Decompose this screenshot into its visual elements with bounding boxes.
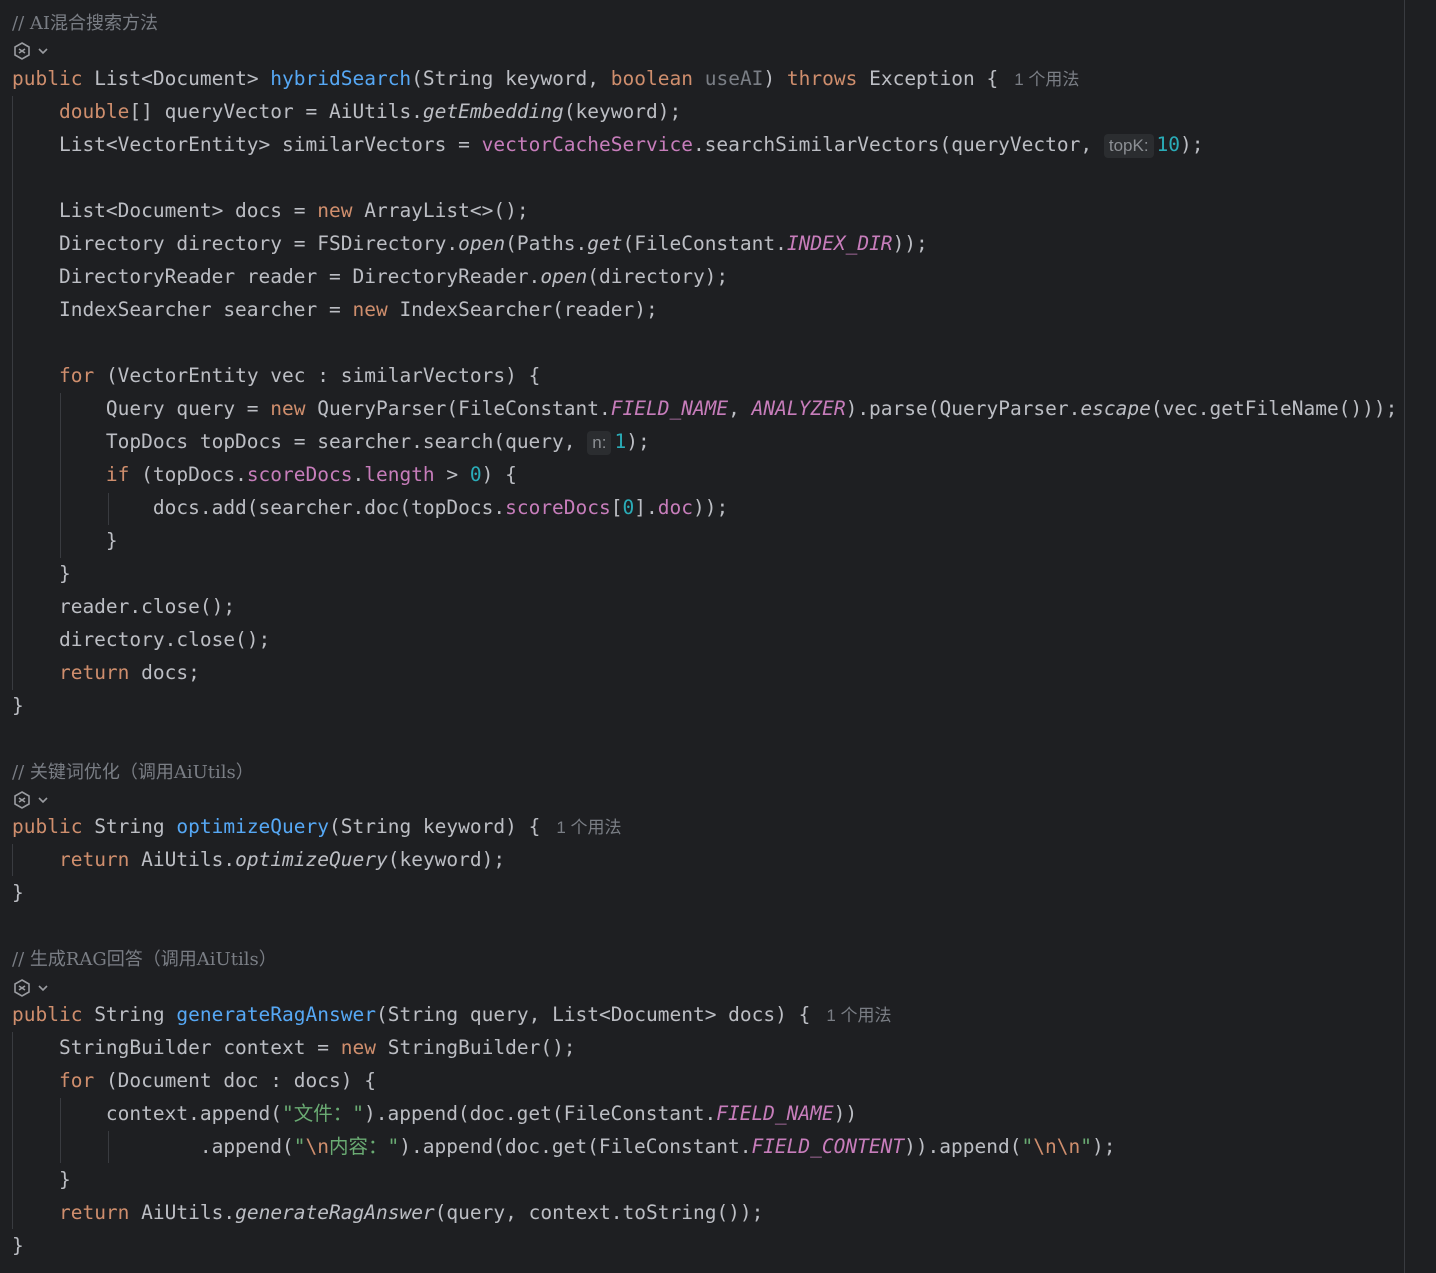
chevron-down-icon [38, 796, 48, 803]
chevron-down-icon [38, 984, 48, 991]
code-line: List<Document> docs = new ArrayList<>(); [12, 199, 529, 222]
right-margin-guide [1404, 0, 1405, 1273]
comment-optimize-query: // 关键词优化（调用AiUtils） [12, 762, 254, 783]
code-line: } [12, 562, 71, 585]
code-line: IndexSearcher searcher = new IndexSearch… [12, 298, 658, 321]
code-line: for (Document doc : docs) { [58, 1069, 376, 1092]
code-line: } [12, 1234, 24, 1257]
code-line: } [12, 694, 24, 717]
ai-gutter-toggle[interactable] [12, 38, 49, 62]
comment-hybrid-search: // AI混合搜索方法 [12, 13, 158, 34]
code-line: } [12, 529, 118, 552]
code-line: } [12, 1168, 71, 1191]
ai-assistant-icon [14, 41, 30, 60]
code-line: directory.close(); [12, 628, 271, 651]
usages-link-rag[interactable]: 1 个用法 [826, 1006, 891, 1025]
code-line: List<VectorEntity> similarVectors = vect… [12, 133, 1204, 158]
code-line: return docs; [58, 661, 200, 684]
code-line: Directory directory = FSDirectory.open(P… [12, 232, 928, 255]
code-line: StringBuilder context = new StringBuilde… [12, 1036, 576, 1059]
code-line: if (topDocs.scoreDocs.length > 0) { [105, 463, 517, 486]
ai-assistant-icon [14, 790, 30, 809]
chevron-down-icon [38, 47, 48, 54]
code-editor[interactable]: // AI混合搜索方法 public List<Document> hybrid… [0, 0, 1436, 1273]
code-line: Query query = new QueryParser(FileConsta… [12, 397, 1398, 420]
ai-gutter-toggle[interactable] [12, 787, 49, 811]
inlay-hint-topk: topK: [1103, 134, 1154, 158]
code-line: } [12, 881, 24, 904]
code-line-optimize-signature: public String optimizeQuery(String keywo… [12, 815, 622, 838]
ai-gutter-toggle[interactable] [12, 975, 49, 999]
code-line-rag-signature: public String generateRagAnswer(String q… [12, 1003, 892, 1026]
code-line: DirectoryReader reader = DirectoryReader… [12, 265, 729, 288]
code-line: context.append("文件：").append(doc.get(Fil… [12, 1102, 858, 1125]
usages-link-optimize[interactable]: 1 个用法 [556, 818, 621, 837]
comment-generate-rag: // 生成RAG回答（调用AiUtils） [12, 949, 277, 970]
code-line-hybrid-signature: public List<Document> hybridSearch(Strin… [12, 67, 1080, 90]
code-line: double[] queryVector = AiUtils.getEmbedd… [58, 100, 682, 123]
ai-assistant-icon [14, 978, 30, 997]
code-line: .append("\n内容：").append(doc.get(FileCons… [12, 1135, 1116, 1158]
code-line: TopDocs topDocs = searcher.search(query,… [12, 430, 650, 455]
code-line: return AiUtils.optimizeQuery(keyword); [58, 848, 506, 871]
code-line: reader.close(); [12, 595, 236, 618]
code-line: return AiUtils.generateRagAnswer(query, … [58, 1201, 764, 1224]
code-line: docs.add(searcher.doc(topDocs.scoreDocs[… [12, 496, 729, 519]
code-line: for (VectorEntity vec : similarVectors) … [58, 364, 541, 387]
inlay-hint-n: n: [587, 431, 612, 455]
usages-link-hybrid[interactable]: 1 个用法 [1014, 70, 1079, 89]
